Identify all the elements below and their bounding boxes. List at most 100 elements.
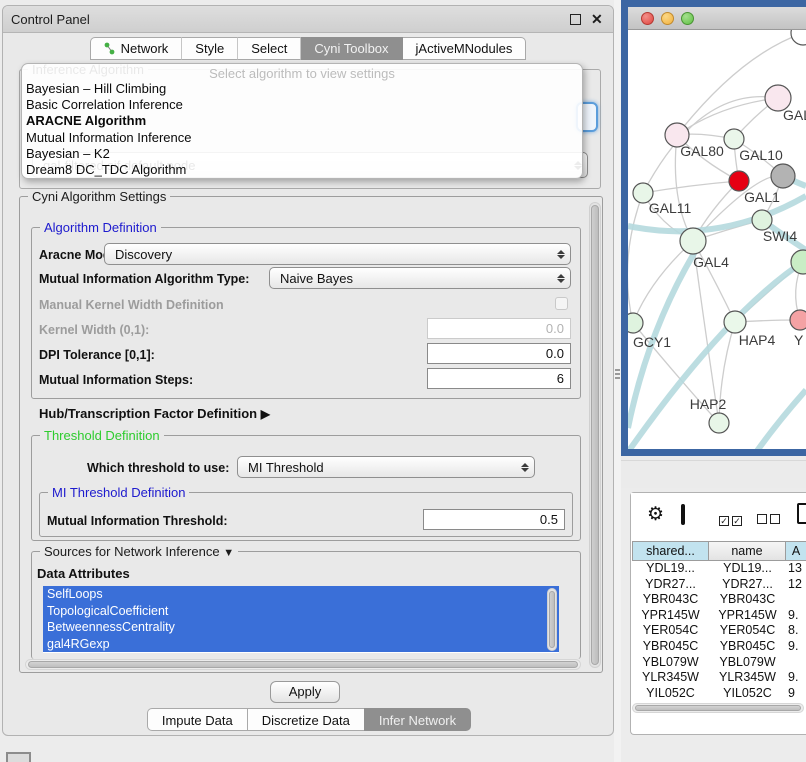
minimize-traffic-icon[interactable] bbox=[661, 12, 674, 25]
network-edge-highlighted[interactable] bbox=[752, 390, 806, 449]
divider-grip-icon[interactable] bbox=[615, 369, 620, 379]
network-node[interactable] bbox=[724, 311, 746, 333]
table-cell: YLR345W bbox=[632, 670, 709, 686]
data-attribute-item[interactable]: BetweennessCentrality bbox=[43, 619, 559, 636]
panel-divider[interactable] bbox=[614, 0, 621, 762]
close-icon[interactable]: ✕ bbox=[591, 11, 603, 28]
network-edge[interactable] bbox=[643, 181, 739, 193]
apply-button[interactable]: Apply bbox=[270, 681, 340, 703]
network-node[interactable] bbox=[752, 210, 772, 230]
algorithm-option[interactable]: Mutual Information Inference bbox=[22, 130, 582, 146]
bottom-tab-discretize-data[interactable]: Discretize Data bbox=[247, 708, 364, 731]
table-panel-header[interactable]: Table Panel bbox=[621, 460, 806, 488]
mi-algorithm-type-combo[interactable]: Naive Bayes bbox=[269, 267, 571, 289]
tab-jactivemnodules[interactable]: jActiveMNodules bbox=[403, 37, 527, 60]
tab-cyni-toolbox[interactable]: Cyni Toolbox bbox=[301, 37, 402, 60]
data-attributes-list[interactable]: SelfLoopsTopologicalCoefficientBetweenne… bbox=[43, 586, 559, 653]
algorithm-option[interactable]: Dream8 DC_TDC Algorithm bbox=[22, 162, 582, 178]
network-graph[interactable]: GALGAL80GAL10GAL1GAL11SWI4GAL4GCY1HAP4YH… bbox=[628, 30, 806, 449]
stepper-icon bbox=[552, 250, 570, 259]
dpi-tolerance-field[interactable]: 0.0 bbox=[427, 343, 571, 364]
algorithm-option[interactable]: Bayesian – Hill Climbing bbox=[22, 81, 582, 97]
close-traffic-icon[interactable] bbox=[641, 12, 654, 25]
tab-select[interactable]: Select bbox=[238, 37, 301, 60]
network-node[interactable] bbox=[724, 129, 744, 149]
corner-button[interactable] bbox=[6, 752, 31, 762]
column-header-3[interactable]: A bbox=[786, 541, 806, 561]
unchecked-columns-icon[interactable] bbox=[757, 511, 783, 529]
network-node[interactable] bbox=[729, 171, 749, 191]
manual-kernel-width-checkbox[interactable] bbox=[555, 297, 568, 310]
settings-horizontal-scrollbar[interactable] bbox=[25, 659, 581, 670]
algorithm-dropdown-list: Bayesian – Hill ClimbingBasic Correlatio… bbox=[22, 81, 582, 178]
mi-threshold-field[interactable]: 0.5 bbox=[423, 509, 565, 530]
table-row[interactable]: YIL052CYIL052C9 bbox=[632, 686, 806, 702]
network-node[interactable] bbox=[680, 228, 706, 254]
table-cell: YPR145W bbox=[709, 608, 786, 624]
network-edge[interactable] bbox=[628, 193, 643, 323]
sources-title-text: Sources for Network Inference bbox=[44, 544, 220, 559]
network-canvas[interactable]: GALGAL80GAL10GAL1GAL11SWI4GAL4GCY1HAP4YH… bbox=[628, 30, 806, 449]
algorithm-option[interactable]: ARACNE Algorithm bbox=[22, 113, 582, 129]
table-row[interactable]: YDL19...YDL19...13 bbox=[632, 561, 806, 577]
network-node[interactable] bbox=[790, 310, 806, 330]
table-horizontal-scrollbar[interactable] bbox=[632, 703, 804, 713]
attributes-scroll-thumb[interactable] bbox=[549, 591, 555, 648]
page-icon[interactable] bbox=[797, 503, 806, 524]
bottom-tab-infer-network[interactable]: Infer Network bbox=[364, 708, 471, 731]
tab-style[interactable]: Style bbox=[182, 37, 238, 60]
table-cell: YDR27... bbox=[632, 577, 709, 593]
column-header-2[interactable]: name bbox=[709, 541, 786, 561]
aracne-mode-combo[interactable]: Discovery bbox=[104, 243, 571, 265]
network-node-label: HAP2 bbox=[690, 396, 727, 412]
table-hscroll-thumb[interactable] bbox=[635, 705, 801, 711]
data-attribute-item[interactable]: gal4RGexp bbox=[43, 636, 559, 653]
table-row[interactable]: YPR145WYPR145W9. bbox=[632, 608, 806, 624]
table-cell: YDL19... bbox=[709, 561, 786, 577]
table-cell: YBR043C bbox=[709, 592, 786, 608]
table-row[interactable]: YBL079WYBL079W bbox=[632, 655, 806, 671]
data-attribute-item[interactable]: TopologicalCoefficient bbox=[43, 603, 559, 620]
bottom-tab-impute-data[interactable]: Impute Data bbox=[147, 708, 247, 731]
network-node[interactable] bbox=[709, 413, 729, 433]
settings-vertical-scrollbar[interactable] bbox=[589, 202, 601, 668]
network-node[interactable] bbox=[628, 313, 643, 333]
table-row[interactable]: YDR27...YDR27...12 bbox=[632, 577, 806, 593]
settings-vscroll-thumb[interactable] bbox=[591, 205, 599, 665]
attributes-scrollbar[interactable] bbox=[547, 588, 557, 651]
zoom-traffic-icon[interactable] bbox=[681, 12, 694, 25]
table-header-row: shared...nameA bbox=[632, 541, 806, 561]
table-row[interactable]: YER054CYER054C8. bbox=[632, 623, 806, 639]
checked-columns-icon[interactable]: ✓✓ bbox=[719, 511, 745, 529]
table-row[interactable]: YBR045CYBR045C9. bbox=[632, 639, 806, 655]
hub-definition-toggle[interactable]: Hub/Transcription Factor Definition ▶ bbox=[39, 406, 270, 421]
stepper-icon bbox=[516, 463, 534, 472]
network-window-titlebar[interactable] bbox=[628, 7, 806, 30]
algorithm-option[interactable]: Basic Correlation Inference bbox=[22, 97, 582, 113]
float-window-icon[interactable] bbox=[570, 14, 581, 25]
network-node[interactable] bbox=[791, 30, 806, 45]
control-panel-titlebar[interactable]: Control Panel ✕ bbox=[3, 6, 613, 33]
tab-network[interactable]: Network bbox=[90, 37, 183, 60]
settings-hscroll-thumb[interactable] bbox=[28, 661, 578, 668]
kernel-width-label: Kernel Width (0,1): bbox=[39, 323, 149, 337]
table-row[interactable]: YLR345WYLR345W9. bbox=[632, 670, 806, 686]
collapsed-arrow-icon[interactable]: ▶ bbox=[261, 407, 270, 421]
kernel-width-field[interactable]: 0.0 bbox=[427, 318, 571, 339]
table-cell: 9. bbox=[786, 639, 806, 655]
algorithm-option[interactable]: Bayesian – K2 bbox=[22, 146, 582, 162]
column-header-1[interactable]: shared... bbox=[632, 541, 709, 561]
tab-label: Cyni Toolbox bbox=[314, 41, 388, 56]
mi-steps-field[interactable]: 6 bbox=[427, 368, 571, 389]
table-row[interactable]: YBR043CYBR043C bbox=[632, 592, 806, 608]
table-cell: YIL052C bbox=[709, 686, 786, 702]
table-cell: YLR345W bbox=[709, 670, 786, 686]
split-columns-icon[interactable] bbox=[681, 504, 685, 525]
network-node[interactable] bbox=[771, 164, 795, 188]
data-attribute-item[interactable]: SelfLoops bbox=[43, 586, 559, 603]
which-threshold-combo[interactable]: MI Threshold bbox=[237, 456, 535, 478]
network-node-label: GAL10 bbox=[739, 147, 783, 163]
gear-icon[interactable]: ⚙ bbox=[647, 503, 664, 526]
expanded-arrow-icon[interactable]: ▼ bbox=[223, 547, 234, 559]
table-cell: 9. bbox=[786, 670, 806, 686]
